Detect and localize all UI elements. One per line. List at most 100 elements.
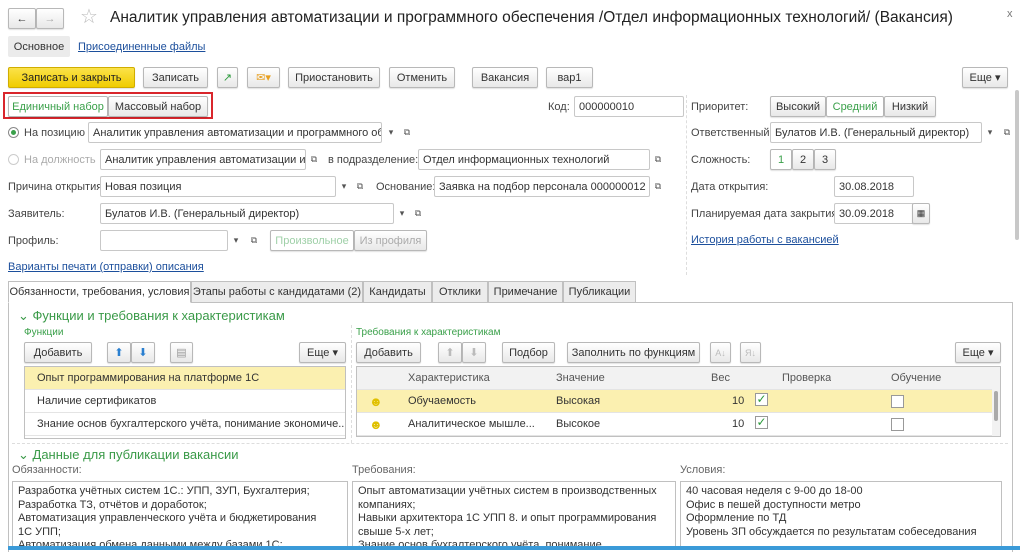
requirements-more-button[interactable]: Еще ▾: [955, 342, 1001, 363]
open-icon[interactable]: ⧉: [306, 149, 322, 170]
priority-high[interactable]: Высокий: [770, 96, 826, 117]
from-profile-button[interactable]: Из профиля: [354, 230, 427, 251]
close-date-field[interactable]: 30.09.2018: [834, 203, 914, 224]
priority-medium[interactable]: Средний: [826, 96, 884, 117]
complexity-3[interactable]: 3: [814, 149, 836, 170]
complexity-1[interactable]: 1: [770, 149, 792, 170]
move-up-icon[interactable]: ⬆: [438, 342, 462, 363]
open-icon[interactable]: ⧉: [410, 203, 426, 224]
tab-responses[interactable]: Отклики: [432, 281, 488, 303]
calendar-icon[interactable]: ▦: [912, 203, 930, 224]
complexity-2[interactable]: 2: [792, 149, 814, 170]
save-button[interactable]: Записать: [143, 67, 208, 88]
open-icon[interactable]: ⧉: [650, 176, 666, 197]
window-scrollbar[interactable]: [1015, 90, 1019, 240]
requirements-text-label: Требования:: [352, 464, 416, 476]
table-row[interactable]: ☻ Аналитическое мышле... Высокое 10 ✓: [357, 413, 1000, 436]
requirements-textarea[interactable]: Опыт автоматизации учётных систем в прои…: [352, 481, 676, 547]
move-up-icon[interactable]: ⬆: [107, 342, 131, 363]
basis-field[interactable]: Заявка на подбор персонала 000000012 от …: [434, 176, 650, 197]
training-checkbox[interactable]: [891, 395, 904, 408]
table-header: Характеристика Значение Вес Проверка Обу…: [357, 367, 1000, 390]
applicant-field[interactable]: Булатов И.В. (Генеральный директор): [100, 203, 394, 224]
position-radio[interactable]: [8, 127, 19, 138]
add-requirement-button[interactable]: Добавить: [356, 342, 421, 363]
profile-field[interactable]: [100, 230, 228, 251]
fill-by-functions-button[interactable]: Заполнить по функциям: [567, 342, 700, 363]
chevron-down-icon[interactable]: ▾: [394, 203, 410, 224]
chevron-down-icon[interactable]: ▾: [982, 122, 998, 143]
job-radio[interactable]: [8, 154, 19, 165]
check-checkbox[interactable]: ✓: [755, 393, 768, 406]
check-checkbox[interactable]: ✓: [755, 416, 768, 429]
table-scrollbar[interactable]: [992, 367, 1000, 436]
list-item[interactable]: Знание основ бухгалтерского учёта, поним…: [25, 413, 345, 436]
chevron-down-icon[interactable]: ▾: [383, 122, 399, 143]
cancel-button[interactable]: Отменить: [389, 67, 455, 88]
functions-section-header[interactable]: ⌄ Функции и требования к характеристикам: [18, 308, 285, 324]
list-item[interactable]: Наличие сертификатов: [25, 390, 345, 413]
priority-low[interactable]: Низкий: [884, 96, 936, 117]
envelope-icon[interactable]: ✉▾: [247, 67, 280, 88]
pick-button[interactable]: Подбор: [502, 342, 555, 363]
conditions-textarea[interactable]: 40 часовая неделя с 9-00 до 18-00 Офис в…: [680, 481, 1002, 547]
open-external-icon[interactable]: ↗: [217, 67, 238, 88]
section-files-link[interactable]: Присоединенные файлы: [78, 41, 205, 53]
single-mode-button[interactable]: Единичный набор: [8, 96, 108, 117]
vacancy-button[interactable]: Вакансия: [472, 67, 538, 88]
open-icon[interactable]: ⧉: [650, 149, 666, 170]
position-field[interactable]: Аналитик управления автоматизации и прог…: [88, 122, 382, 143]
training-checkbox[interactable]: [891, 418, 904, 431]
tab-notes[interactable]: Примечание: [488, 281, 563, 303]
mass-mode-button[interactable]: Массовый набор: [108, 96, 208, 117]
back-button[interactable]: ←: [8, 8, 36, 29]
list-item[interactable]: Опыт программирования на платформе 1С: [25, 367, 345, 390]
reason-field[interactable]: Новая позиция: [100, 176, 336, 197]
more-button[interactable]: Еще ▾: [962, 67, 1008, 88]
save-close-button[interactable]: Записать и закрыть: [8, 67, 135, 88]
move-down-icon[interactable]: ⬇: [131, 342, 155, 363]
list-icon[interactable]: ▤: [170, 342, 193, 363]
add-function-button[interactable]: Добавить: [24, 342, 92, 363]
move-down-icon[interactable]: ⬇: [462, 342, 486, 363]
smiley-icon: ☻: [369, 416, 383, 432]
sort-desc-icon[interactable]: Я↓: [740, 342, 761, 363]
publication-section-header[interactable]: ⌄ Данные для публикации вакансии: [18, 447, 239, 463]
open-icon[interactable]: ⧉: [999, 122, 1015, 143]
sort-asc-icon[interactable]: A↓: [710, 342, 731, 363]
tab-candidates[interactable]: Кандидаты: [363, 281, 432, 303]
chevron-down-icon[interactable]: ▾: [228, 230, 244, 251]
suspend-button[interactable]: Приостановить: [288, 67, 380, 88]
conditions-label: Условия:: [680, 464, 726, 476]
open-icon[interactable]: ⧉: [352, 176, 368, 197]
history-link[interactable]: История работы с вакансией: [691, 234, 839, 246]
section-main[interactable]: Основное: [8, 36, 70, 57]
functions-more-button[interactable]: Еще ▾: [299, 342, 346, 363]
position-radio-label: На позицию: [24, 127, 85, 139]
section-main-label: Основное: [13, 40, 65, 53]
arbitrary-button[interactable]: Произвольное: [270, 230, 354, 251]
close-icon[interactable]: x: [1007, 8, 1013, 20]
chevron-down-icon[interactable]: ▾: [336, 176, 352, 197]
open-icon[interactable]: ⧉: [399, 122, 415, 143]
functions-label: Функции: [24, 327, 64, 338]
job-radio-label: На должность: [24, 154, 96, 166]
table-row[interactable]: ☻ Обучаемость Высокая 10 ✓: [357, 390, 1000, 413]
tab-stages[interactable]: Этапы работы с кандидатами (2): [191, 281, 363, 303]
responsible-field[interactable]: Булатов И.В. (Генеральный директор): [770, 122, 982, 143]
open-icon[interactable]: ⧉: [246, 230, 262, 251]
duties-textarea[interactable]: Разработка учётных систем 1С.: УПП, ЗУП,…: [12, 481, 348, 547]
reason-label: Причина открытия:: [8, 181, 106, 193]
open-date-field[interactable]: 30.08.2018: [834, 176, 914, 197]
forward-button[interactable]: →: [36, 8, 64, 29]
tab-publications[interactable]: Публикации: [563, 281, 636, 303]
star-icon[interactable]: ☆: [80, 4, 98, 29]
dept-field[interactable]: Отдел информационных технологий: [418, 149, 650, 170]
print-variants-link[interactable]: Варианты печати (отправки) описания: [8, 261, 204, 273]
requirements-more-label: Еще: [962, 346, 985, 359]
var1-button[interactable]: вар1: [546, 67, 593, 88]
code-field[interactable]: 000000010: [574, 96, 684, 117]
tab-duties[interactable]: Обязанности, требования, условия: [8, 281, 191, 303]
job-field[interactable]: Аналитик управления автоматизации и прог…: [100, 149, 306, 170]
window-title: Аналитик управления автоматизации и прог…: [110, 9, 953, 26]
